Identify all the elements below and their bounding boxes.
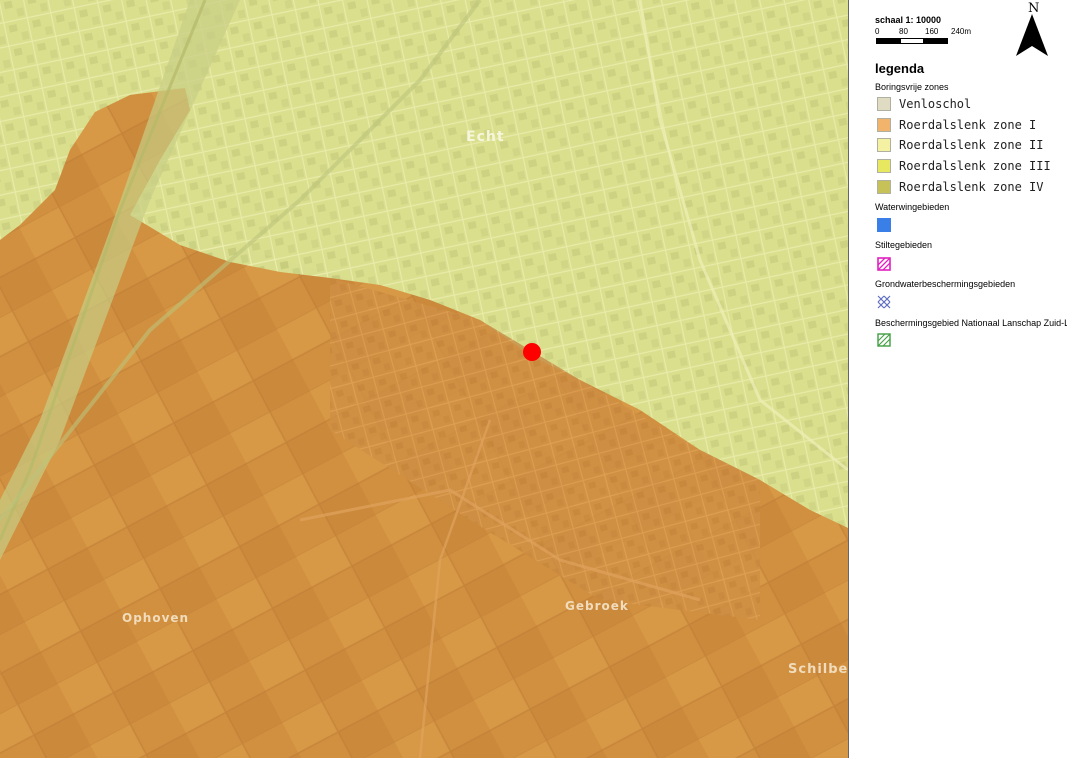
legend-item-venloschol: Venloschol xyxy=(877,96,971,112)
scale-bar xyxy=(876,38,948,44)
swatch-zone-iv xyxy=(877,180,891,194)
scale-title: schaal 1: 10000 xyxy=(875,15,942,25)
legend-item-zone-iv: Roerdalslenk zone IV xyxy=(877,179,1044,195)
place-label-gebroek: Gebroek xyxy=(565,599,629,613)
legend-item-label: Roerdalslenk zone III xyxy=(899,159,1051,173)
group-title-waterwingebieden: Waterwingebieden xyxy=(875,202,950,212)
grondwater-crosshatch-icon xyxy=(877,295,891,309)
map-view[interactable]: Echt Ophoven Gebroek Schilberg xyxy=(0,0,848,758)
waterwingebied-square-icon xyxy=(877,218,891,232)
scale-tick: 80 xyxy=(899,27,908,36)
group-title-boringsvrije-zones: Boringsvrije zones xyxy=(875,82,949,92)
stiltegebied-hatch-icon xyxy=(877,257,891,271)
scale-tick: 160 xyxy=(925,27,939,36)
location-marker[interactable] xyxy=(523,343,541,361)
svg-text:N: N xyxy=(1028,1,1039,16)
swatch-zone-iii xyxy=(877,159,891,173)
place-label-echt: Echt xyxy=(466,129,505,145)
legend-item-zone-ii: Roerdalslenk zone II xyxy=(877,137,1044,153)
legend-panel: schaal 1: 10000 0 80 160 240m N legenda … xyxy=(848,0,1067,758)
nationaal-landschap-hatch-icon xyxy=(877,333,891,347)
map-canvas[interactable]: Echt Ophoven Gebroek Schilberg xyxy=(0,0,848,758)
legend-item-label: Roerdalslenk zone I xyxy=(899,118,1037,132)
scale-tick: 0 xyxy=(875,27,880,36)
legend-item-label: Venloschol xyxy=(899,97,972,111)
group-title-nationaal-landschap: Beschermingsgebied Nationaal Lanschap Zu… xyxy=(875,318,1067,328)
legend-item-label: Roerdalslenk zone II xyxy=(899,138,1044,152)
place-label-ophoven: Ophoven xyxy=(122,611,189,625)
place-label-schilberg: Schilberg xyxy=(788,662,848,677)
swatch-zone-ii xyxy=(877,138,891,152)
legend-item-label: Roerdalslenk zone IV xyxy=(899,180,1044,194)
group-title-stiltegebieden: Stiltegebieden xyxy=(875,240,933,250)
legend-item-zone-iii: Roerdalslenk zone III xyxy=(877,158,1051,174)
scale-tick: 240m xyxy=(951,27,972,36)
legend-item-zone-i: Roerdalslenk zone I xyxy=(877,117,1036,133)
swatch-venloschol xyxy=(877,97,891,111)
north-arrow-icon: N xyxy=(1016,1,1048,56)
swatch-zone-i xyxy=(877,118,891,132)
group-title-grondwaterbescherming: Grondwaterbeschermingsgebieden xyxy=(875,279,1016,289)
legend-title: legenda xyxy=(875,61,925,76)
